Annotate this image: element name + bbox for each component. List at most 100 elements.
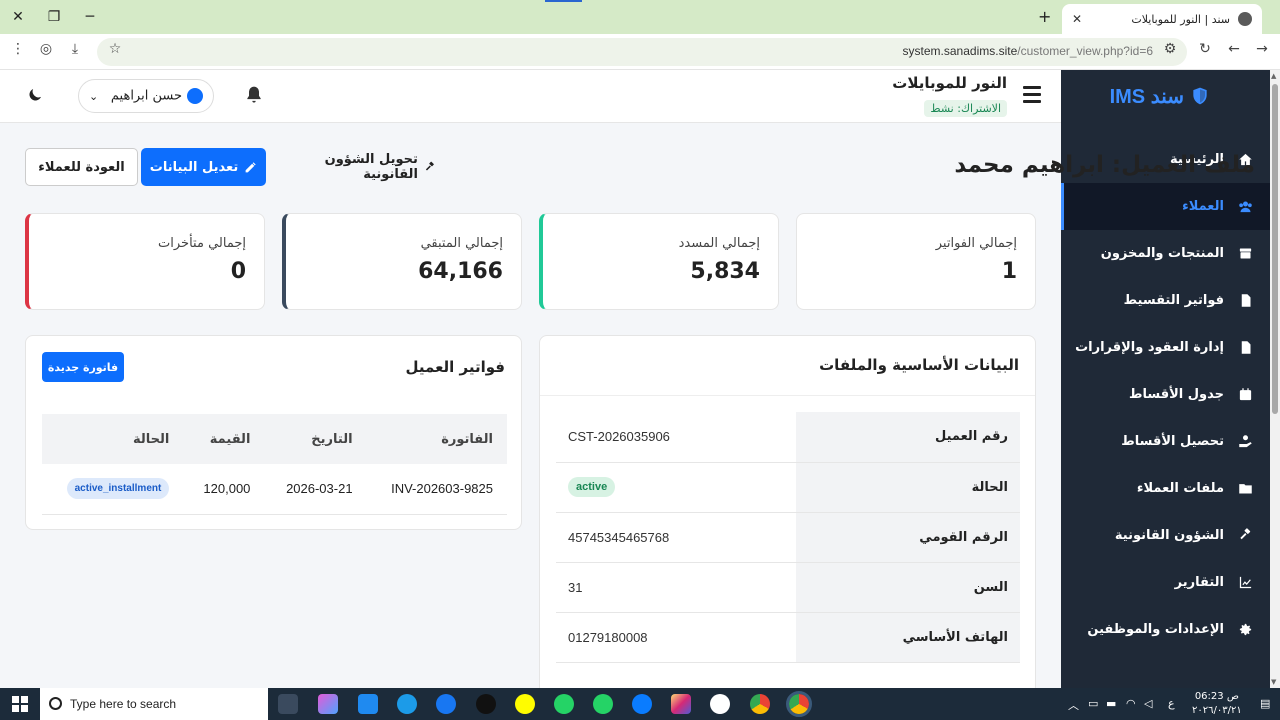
forward-icon[interactable]: ← xyxy=(1224,41,1244,57)
bookmark-star-icon[interactable]: ☆ xyxy=(105,41,125,57)
sidebar-item-customer-files[interactable]: ملفات العملاء xyxy=(1061,465,1270,512)
stat-label: إجمالي المتبقي xyxy=(420,236,503,251)
invoices-table: الفاتورة التاريخ القيمة الحالة INV-20260… xyxy=(42,414,507,515)
browser-tab[interactable]: سند | النور للموبايلات ✕ xyxy=(1062,4,1262,34)
info-key: الحالة xyxy=(796,462,1020,513)
clock-date: ٢٠٢٦/٠٣/٢١ xyxy=(1192,705,1242,716)
url-omnibox[interactable]: system.sanadims.site/customer_view.php?i… xyxy=(97,38,1187,66)
chrome-icon[interactable] xyxy=(750,694,770,714)
sidebar-item-customers[interactable]: العملاء xyxy=(1061,183,1270,230)
sidebar-item-products[interactable]: المنتجات والمخزون xyxy=(1061,230,1270,277)
stat-value: 64,166 xyxy=(418,259,503,284)
invoice-date: 2026-03-21 xyxy=(264,464,367,515)
sidebar-item-settings[interactable]: الإعدادات والموظفين xyxy=(1061,606,1270,653)
instagram-icon[interactable] xyxy=(671,694,691,714)
whatsapp-icon[interactable] xyxy=(554,694,574,714)
close-window-icon[interactable]: ✕ xyxy=(8,7,28,27)
brand-logo[interactable]: سند IMS xyxy=(1061,70,1270,122)
new-invoice-button[interactable]: فاتورة جديدة xyxy=(42,352,124,382)
page-title: ملف العميل: ابراهيم محمد xyxy=(954,152,1255,178)
back-icon[interactable]: → xyxy=(1252,41,1272,57)
sidebar-item-label: العملاء xyxy=(1182,199,1224,214)
invoice-number[interactable]: INV-202603-9825 xyxy=(366,464,507,515)
legal-transfer-label: تحويل الشؤون القانونية xyxy=(324,152,418,182)
taskbar-clock[interactable]: 06:23 ص ٢٠٢٦/٠٣/٢١ xyxy=(1192,690,1242,718)
back-to-customers-label: العودة للعملاء xyxy=(38,159,125,175)
sidebar-item-collection[interactable]: تحصيل الأقساط xyxy=(1061,418,1270,465)
info-key: الهاتف الأساسي xyxy=(796,612,1020,663)
table-row: رقم العميل CST-2026035906 xyxy=(556,412,1020,463)
notifications-icon[interactable]: ▤ xyxy=(1260,697,1270,710)
edge-icon[interactable] xyxy=(397,694,417,714)
stat-label: إجمالي متأخرات xyxy=(158,236,246,251)
legal-transfer-button[interactable]: تحويل الشؤون القانونية xyxy=(276,148,436,186)
table-row[interactable]: INV-202603-9825 2026-03-21 120,000 activ… xyxy=(42,464,507,515)
scrollbar-thumb[interactable] xyxy=(1272,84,1278,414)
back-to-customers-button[interactable]: العودة للعملاء xyxy=(25,148,138,186)
info-value: 45745345465768 xyxy=(556,512,796,563)
profile-icon[interactable]: ◎ xyxy=(36,41,56,57)
task-view-icon[interactable] xyxy=(278,694,298,714)
column-header: التاريخ xyxy=(264,414,367,464)
moon-icon[interactable] xyxy=(26,86,44,104)
sidebar-item-installment-schedule[interactable]: جدول الأقساط xyxy=(1061,371,1270,418)
battery-icon[interactable]: ▬ xyxy=(1106,697,1116,710)
edit-data-button[interactable]: تعديل البيانات xyxy=(141,148,266,186)
messenger-icon[interactable] xyxy=(632,694,652,714)
table-row: الهاتف الأساسي 01279180008 xyxy=(556,612,1020,663)
tiktok-icon[interactable] xyxy=(476,694,496,714)
sidebar-item-reports[interactable]: التقارير xyxy=(1061,559,1270,606)
invoice-amount: 120,000 xyxy=(183,464,265,515)
reload-icon[interactable]: ↻ xyxy=(1195,41,1215,57)
sidebar-item-label: التقارير xyxy=(1174,575,1224,590)
tab-favicon-icon xyxy=(1238,12,1252,26)
restore-window-icon[interactable]: ❐ xyxy=(44,7,64,27)
copilot-icon[interactable] xyxy=(318,694,338,714)
windows-start-icon[interactable] xyxy=(12,696,28,712)
scroll-up-icon[interactable]: ▲ xyxy=(1271,72,1276,80)
scroll-down-icon[interactable]: ▼ xyxy=(1271,678,1276,686)
address-bar-row: system.sanadims.site/customer_view.php?i… xyxy=(0,34,1280,70)
sidebar-item-label: فواتير التقسيط xyxy=(1123,293,1224,308)
basic-info-title: البيانات الأساسية والملفات xyxy=(540,336,1035,396)
url-text: system.sanadims.site/customer_view.php?i… xyxy=(902,44,1153,58)
wifi-icon[interactable]: ◠ xyxy=(1126,697,1136,710)
close-tab-icon[interactable]: ✕ xyxy=(1072,12,1082,26)
basic-info-table: رقم العميل CST-2026035906 الحالة active … xyxy=(556,412,1020,663)
whatsapp-business-icon[interactable] xyxy=(593,694,613,714)
download-icon[interactable]: ⤓ xyxy=(65,41,85,57)
menu-icon[interactable]: ⋮ xyxy=(8,41,28,57)
info-key: رقم العميل xyxy=(796,412,1020,463)
tab-title: سند | النور للموبايلات xyxy=(1131,12,1230,26)
shop-name: النور للموبايلات xyxy=(892,74,1007,92)
snapchat-icon[interactable] xyxy=(515,694,535,714)
taskbar-search[interactable]: Type here to search xyxy=(40,688,268,720)
sidebar-item-installment-invoices[interactable]: فواتير التقسيط xyxy=(1061,277,1270,324)
store-icon[interactable] xyxy=(358,694,378,714)
volume-icon[interactable]: ◁ xyxy=(1144,697,1152,710)
chrome-active-icon[interactable] xyxy=(786,691,812,717)
status-badge: active_installment xyxy=(66,478,170,500)
sidebar-item-contracts[interactable]: إدارة العقود والإقرارات xyxy=(1061,324,1270,371)
users-icon xyxy=(1236,198,1254,216)
sidebar-item-label: تحصيل الأقساط xyxy=(1121,434,1224,449)
column-header: الفاتورة xyxy=(366,414,507,464)
invoice-icon xyxy=(1236,292,1254,310)
tray-usb-icon[interactable]: ▭ xyxy=(1088,697,1098,710)
site-settings-icon[interactable]: ⚙ xyxy=(1160,41,1180,57)
facebook-icon[interactable] xyxy=(436,694,456,714)
minimize-window-icon[interactable]: ─ xyxy=(80,7,100,27)
file-icon xyxy=(1236,339,1254,357)
tab-accent xyxy=(545,0,582,2)
user-menu[interactable]: حسن ابراهيم ⌄ xyxy=(78,79,214,113)
chevron-down-icon: ⌄ xyxy=(89,89,99,103)
new-tab-button[interactable]: + xyxy=(1038,7,1051,26)
bell-icon[interactable] xyxy=(244,85,264,105)
input-language[interactable]: ع xyxy=(1168,697,1175,710)
chatgpt-icon[interactable] xyxy=(710,694,730,714)
sidebar-item-legal[interactable]: الشؤون القانونية xyxy=(1061,512,1270,559)
hamburger-menu-icon[interactable] xyxy=(1023,86,1041,103)
tray-chevron-icon[interactable]: ︿ xyxy=(1068,697,1079,713)
page-scrollbar[interactable]: ▲ ▼ xyxy=(1270,70,1280,688)
stat-value: 1 xyxy=(1001,259,1017,284)
